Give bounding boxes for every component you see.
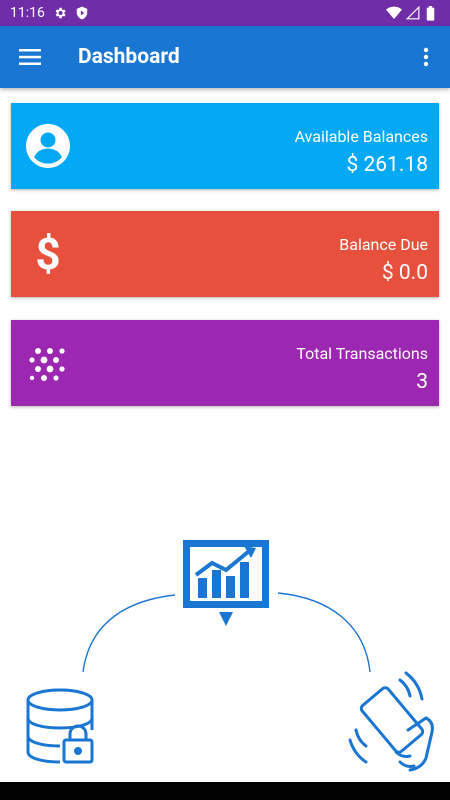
status-time: 11:16	[10, 5, 45, 21]
system-navigation-bar	[0, 782, 450, 800]
connector-arc-left	[82, 594, 176, 673]
balance-due-card[interactable]: $ Balance Due $ 0.0	[11, 211, 439, 297]
shield-icon	[75, 6, 89, 20]
wifi-icon	[386, 6, 402, 20]
menu-button[interactable]	[0, 26, 60, 88]
more-vert-icon	[423, 47, 429, 67]
mobile-tap-icon	[348, 671, 434, 772]
status-bar: 11:16	[0, 0, 450, 26]
illustration	[26, 540, 434, 772]
battery-icon	[426, 6, 440, 21]
gear-icon	[53, 6, 67, 20]
card-value: $ 0.0	[381, 261, 428, 285]
connector-arc-right	[277, 592, 371, 673]
card-label: Available Balances	[294, 127, 428, 146]
cellular-icon	[405, 5, 420, 20]
dollar-icon: $	[35, 228, 61, 280]
card-label: Total Transactions	[296, 344, 428, 363]
card-label: Balance Due	[339, 235, 428, 254]
account-circle-icon	[25, 123, 71, 169]
total-transactions-card[interactable]: Total Transactions 3	[11, 320, 439, 406]
card-value: 3	[416, 370, 428, 394]
app-bar: Dashboard	[0, 26, 450, 88]
available-balance-card[interactable]: Available Balances $ 261.18	[11, 103, 439, 189]
overflow-menu-button[interactable]	[402, 26, 450, 88]
analytics-chart-icon	[183, 540, 269, 626]
card-value: $ 261.18	[346, 153, 428, 177]
database-lock-icon	[26, 688, 94, 764]
hamburger-menu-icon	[19, 49, 41, 65]
page-title: Dashboard	[78, 45, 180, 69]
dots-pattern-icon	[25, 340, 71, 386]
